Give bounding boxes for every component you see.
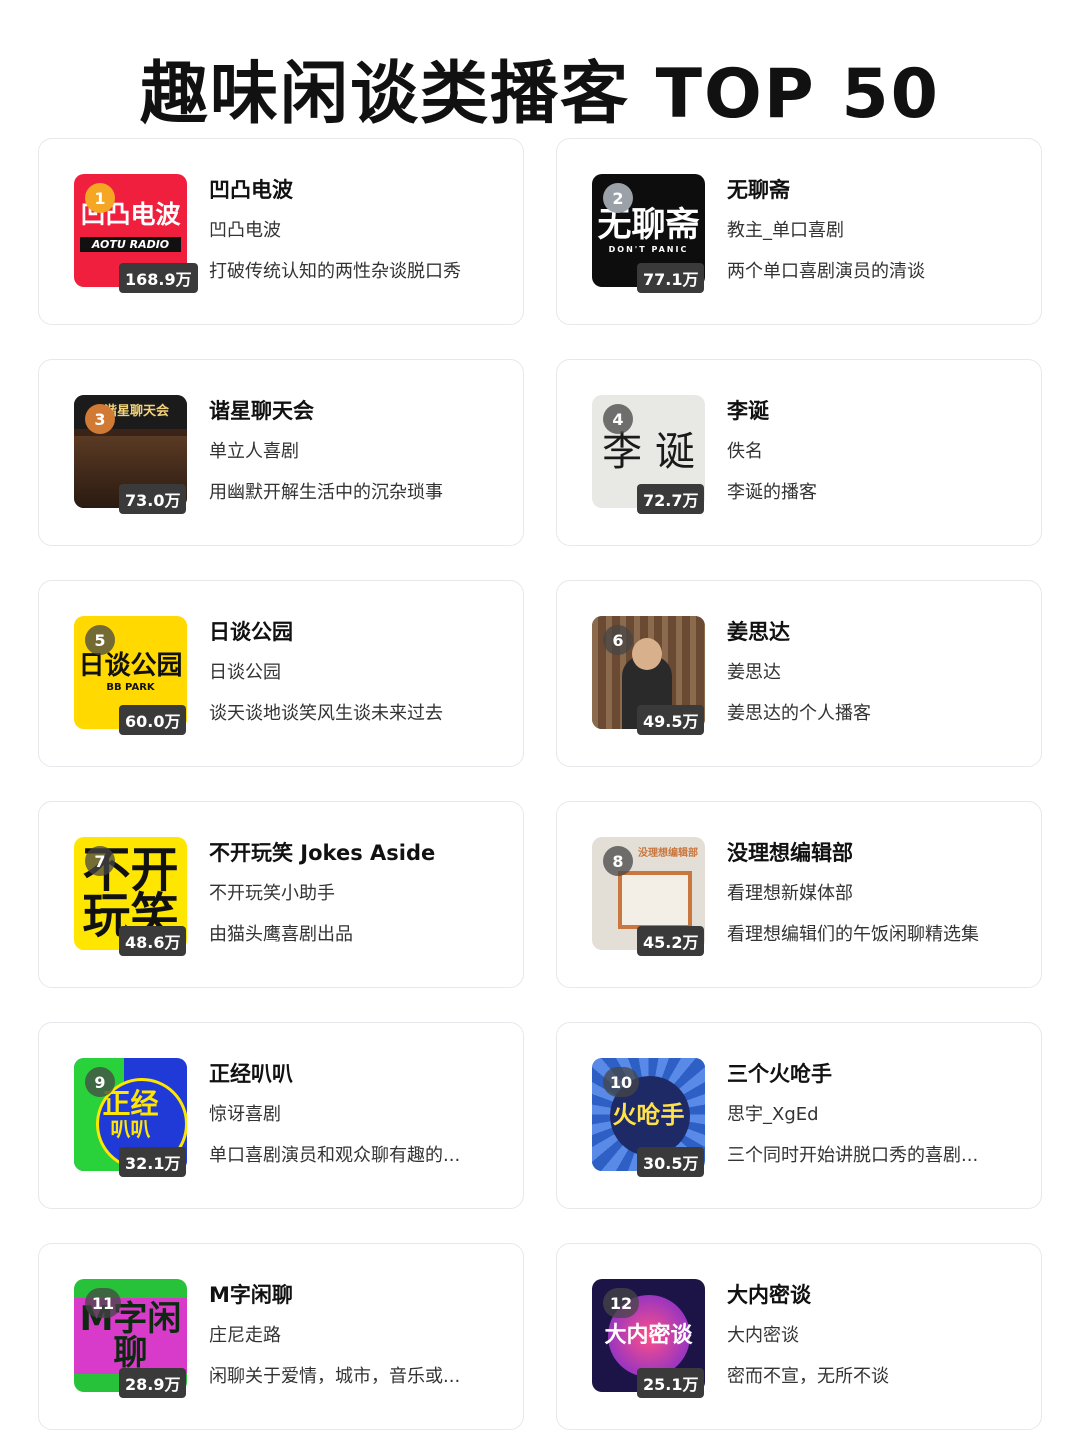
podcast-info: 没理想编辑部看理想新媒体部看理想编辑们的午饭闲聊精选集: [727, 838, 1021, 949]
podcast-info: 凹凸电波 凹凸电波 打破传统认知的两性杂谈脱口秀: [209, 175, 503, 286]
play-count-badge: 77.1万: [637, 263, 705, 293]
rank-badge: 2: [603, 183, 633, 213]
play-count-badge: 168.9万: [119, 263, 198, 293]
podcast-title[interactable]: 没理想编辑部: [727, 838, 1021, 868]
rank-badge: 11: [85, 1288, 121, 1318]
rank-badge: 1: [85, 183, 115, 213]
podcast-description: 闲聊关于爱情，城市，音乐或...: [209, 1366, 461, 1387]
page-title: 趣味闲谈类播客 TOP 50: [139, 55, 940, 134]
podcast-description: 两个单口喜剧演员的清谈: [727, 261, 925, 282]
podcast-title[interactable]: 谐星聊天会: [209, 396, 503, 426]
podcast-info: 谐星聊天会单立人喜剧用幽默开解生活中的沉杂琐事: [209, 396, 503, 507]
podcast-description: 用幽默开解生活中的沉杂琐事: [209, 482, 443, 503]
rank-badge: 12: [603, 1288, 639, 1318]
podcast-title[interactable]: 无聊斋: [727, 175, 1021, 205]
podcast-info: 三个火呛手思宇_XgEd 三个同时开始讲脱口秀的喜剧...: [727, 1059, 1021, 1170]
podcast-description: 由猫头鹰喜剧出品: [209, 924, 353, 945]
podcast-card[interactable]: 6 49.5万 姜思达 姜思达 姜思达的个人播客: [556, 580, 1042, 767]
rank-badge: 7: [85, 846, 115, 876]
podcast-card[interactable]: 凹凸电波 AOTU RADIO 1 168.9万 凹凸电波 凹凸电波 打破传统认知的两性杂谈…: [38, 138, 524, 325]
rank-badge: 5: [85, 625, 115, 655]
podcast-info: 日谈公园 日谈公园 谈天谈地谈笑风生谈未来过去: [209, 617, 503, 728]
podcast-description: 三个同时开始讲脱口秀的喜剧...: [727, 1145, 979, 1166]
rank-badge: 9: [85, 1067, 115, 1097]
podcast-title[interactable]: 正经叭叭: [209, 1059, 503, 1089]
podcast-info: 正经叭叭惊讶喜剧单口喜剧演员和观众聊有趣的...: [209, 1059, 503, 1170]
podcast-description: 打破传统认知的两性杂谈脱口秀: [209, 261, 461, 282]
podcast-info: 无聊斋教主_单口喜剧两个单口喜剧演员的清谈: [727, 175, 1021, 286]
podcast-author: 日谈公园: [209, 662, 281, 683]
podcast-description: 看理想编辑们的午饭闲聊精选集: [727, 924, 979, 945]
podcast-description: 李诞的播客: [727, 482, 817, 503]
podcast-title[interactable]: 李诞: [727, 396, 1021, 426]
podcast-card[interactable]: 日谈公园 BB PARK 5 60.0万 日谈公园 日谈公园 谈天谈地谈笑风生谈未来过去: [38, 580, 524, 767]
podcast-title[interactable]: 三个火呛手: [727, 1059, 1021, 1089]
rank-badge: 3: [85, 404, 115, 434]
play-count-badge: 28.9万: [119, 1368, 187, 1398]
play-count-badge: 48.6万: [119, 926, 187, 956]
play-count-badge: 30.5万: [637, 1147, 705, 1177]
podcast-title[interactable]: 凹凸电波: [209, 175, 503, 205]
podcast-author: 庄尼走路: [209, 1325, 281, 1346]
podcast-description: 单口喜剧演员和观众聊有趣的...: [209, 1145, 461, 1166]
podcast-description: 姜思达的个人播客: [727, 703, 871, 724]
podcast-info: M字闲聊庄尼走路闲聊关于爱情，城市，音乐或...: [209, 1280, 503, 1391]
podcast-info: 大内密谈 大内密谈 密而不宣，无所不谈: [727, 1280, 1021, 1391]
rank-badge: 4: [603, 404, 633, 434]
podcast-title[interactable]: 姜思达: [727, 617, 1021, 647]
podcast-description: 密而不宣，无所不谈: [727, 1366, 889, 1387]
podcast-author: 思宇_XgEd: [727, 1104, 819, 1125]
podcast-author: 大内密谈: [727, 1325, 799, 1346]
podcast-card[interactable]: 李 诞 4 72.7万 李诞 佚名 李诞的播客: [556, 359, 1042, 546]
podcast-card[interactable]: 无聊斋 DON'T PANIC 2 77.1万 无聊斋 教主_单口喜剧 两个单口喜剧演员的清…: [556, 138, 1042, 325]
podcast-info: 不开玩笑 Jokes Aside 不开玩笑小助手 由猫头鹰喜剧出品: [209, 838, 503, 949]
rank-badge: 8: [603, 846, 633, 876]
podcast-author: 教主_单口喜剧: [727, 220, 844, 241]
podcast-title[interactable]: 不开玩笑 Jokes Aside: [209, 838, 503, 868]
podcast-description: 谈天谈地谈笑风生谈未来过去: [209, 703, 443, 724]
podcast-title[interactable]: 大内密谈: [727, 1280, 1021, 1310]
podcast-card[interactable]: M字闲聊 11 28.9万 M字闲聊庄尼走路闲聊关于爱情，城市，音乐或...: [38, 1243, 524, 1430]
play-count-badge: 73.0万: [119, 484, 187, 514]
podcast-author: 佚名: [727, 441, 763, 462]
play-count-badge: 32.1万: [119, 1147, 187, 1177]
podcast-card[interactable]: 没理想编辑部 8 45.2万 没理想编辑部看理想新媒体部看理想编辑们的午饭闲聊精选集: [556, 801, 1042, 988]
play-count-badge: 72.7万: [637, 484, 705, 514]
podcast-author: 看理想新媒体部: [727, 883, 853, 904]
podcast-info: 姜思达 姜思达 姜思达的个人播客: [727, 617, 1021, 728]
podcast-author: 不开玩笑小助手: [209, 883, 335, 904]
play-count-badge: 25.1万: [637, 1368, 705, 1398]
podcast-author: 姜思达: [727, 662, 781, 683]
podcast-info: 李诞 佚名 李诞的播客: [727, 396, 1021, 507]
rank-badge: 6: [603, 625, 633, 655]
podcast-card[interactable]: 正经 叭叭 9 32.1万 正经叭叭惊讶喜剧单口喜剧演员和观众聊有趣的...: [38, 1022, 524, 1209]
podcast-author: 单立人喜剧: [209, 441, 299, 462]
podcast-title[interactable]: 日谈公园: [209, 617, 503, 647]
podcast-card[interactable]: 不开玩笑 7 48.6万 不开玩笑 Jokes Aside 不开玩笑小助手 由猫头鹰喜剧出…: [38, 801, 524, 988]
play-count-badge: 45.2万: [637, 926, 705, 956]
podcast-card[interactable]: 大内密谈 12 25.1万 大内密谈 大内密谈 密而不宣，无所不谈: [556, 1243, 1042, 1430]
podcast-author: 凹凸电波: [209, 220, 281, 241]
podcast-grid: 凹凸电波 AOTU RADIO 1 168.9万 凹凸电波 凹凸电波 打破传统认知的两性杂谈…: [38, 138, 1042, 1430]
play-count-badge: 49.5万: [637, 705, 705, 735]
play-count-badge: 60.0万: [119, 705, 187, 735]
podcast-card[interactable]: 谐星聊天会 3 73.0万 谐星聊天会单立人喜剧用幽默开解生活中的沉杂琐事: [38, 359, 524, 546]
rank-badge: 10: [603, 1067, 639, 1097]
podcast-title[interactable]: M字闲聊: [209, 1280, 503, 1310]
podcast-author: 惊讶喜剧: [209, 1104, 281, 1125]
podcast-card[interactable]: 火呛手 10 30.5万 三个火呛手 思宇_XgEd 三个同时开始讲脱口秀的喜剧...: [556, 1022, 1042, 1209]
